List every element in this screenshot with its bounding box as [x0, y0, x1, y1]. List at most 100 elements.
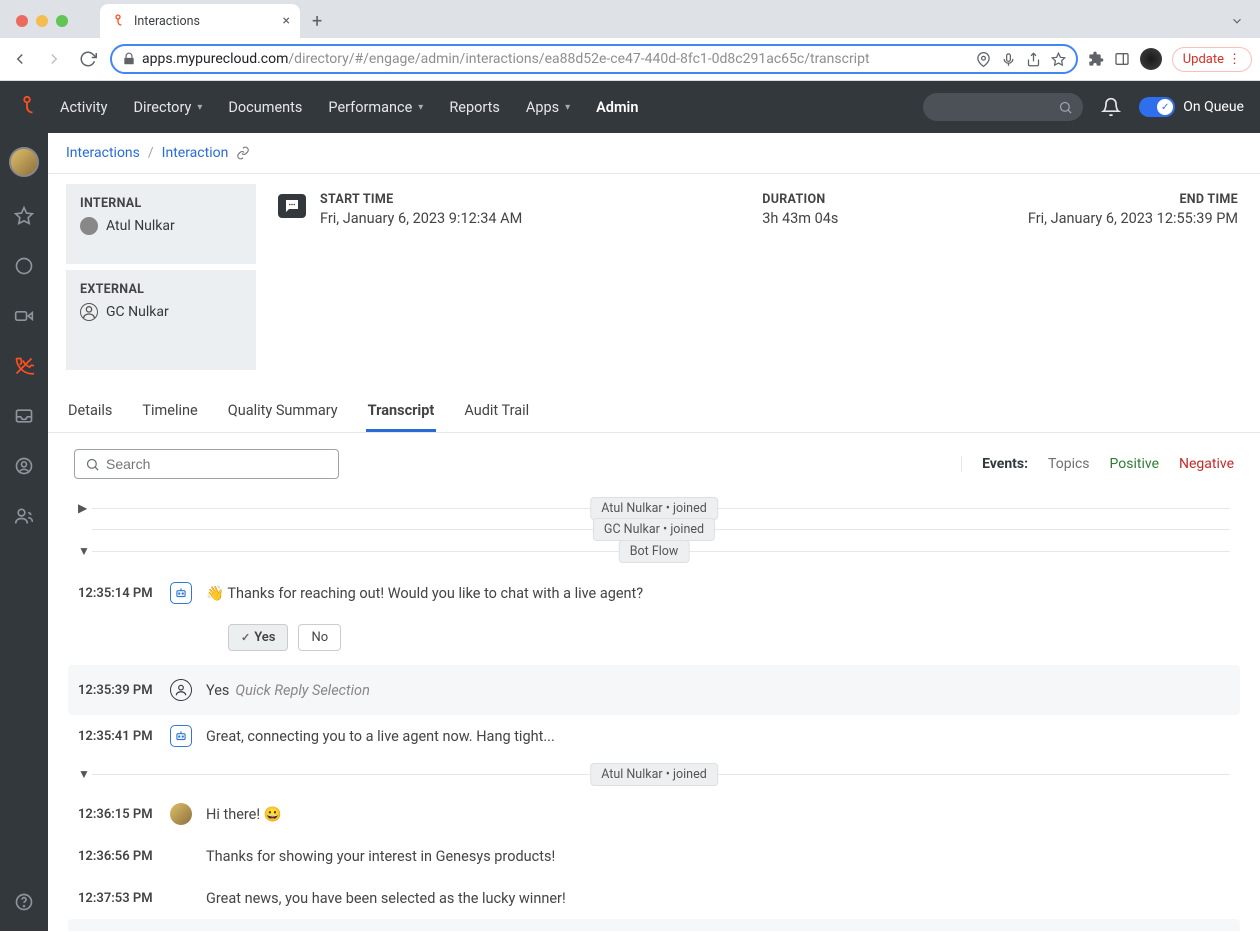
external-participant-card[interactable]: EXTERNAL GC Nulkar — [66, 270, 256, 370]
extensions-icon[interactable] — [1088, 51, 1104, 67]
message-row: 12:35:41 PM Great, connecting you to a l… — [78, 715, 1230, 757]
rail-help-icon[interactable] — [13, 891, 35, 913]
section-bot-flow[interactable]: ▼ Bot Flow — [78, 544, 1230, 558]
link-icon[interactable] — [236, 146, 250, 160]
rail-avatar[interactable] — [9, 147, 39, 177]
rail-contacts-icon[interactable] — [13, 505, 35, 527]
external-name: GC Nulkar — [106, 304, 169, 320]
share-icon[interactable] — [1026, 52, 1041, 67]
chip-yes[interactable]: Yes — [228, 624, 288, 651]
message-time: 12:35:39 PM — [78, 683, 156, 698]
message-text: Great, connecting you to a live agent no… — [206, 728, 1230, 745]
transcript-search[interactable] — [74, 449, 339, 479]
section-gc-joined[interactable]: GC Nulkar • joined — [78, 529, 1230, 530]
filter-positive[interactable]: Positive — [1110, 456, 1159, 472]
rail-chat-icon[interactable] — [13, 255, 35, 277]
message-text: Hi there! 😀 — [206, 806, 1230, 823]
header-right: ✓ On Queue — [923, 93, 1244, 121]
external-label: EXTERNAL — [80, 282, 242, 297]
nav-documents[interactable]: Documents — [228, 99, 302, 116]
panel-icon[interactable] — [1114, 51, 1130, 67]
star-icon[interactable] — [1051, 52, 1066, 67]
tabs-overflow-icon[interactable] — [1230, 14, 1244, 28]
rail-phone-off-icon[interactable] — [13, 355, 35, 377]
collapse-icon[interactable]: ▼ — [78, 544, 92, 558]
mic-icon[interactable] — [1001, 52, 1016, 67]
breadcrumb-current[interactable]: Interaction — [162, 145, 229, 161]
internal-participant-card[interactable]: INTERNAL Atul Nulkar — [66, 184, 256, 264]
bot-icon — [170, 582, 192, 604]
nav-reports[interactable]: Reports — [449, 99, 500, 116]
tab-timeline[interactable]: Timeline — [140, 392, 199, 432]
summary-row: INTERNAL Atul Nulkar EXTERNAL GC Nulkar — [48, 174, 1260, 370]
start-time-block: START TIME Fri, January 6, 2023 9:12:34 … — [278, 192, 522, 370]
section-atul-joined[interactable]: ▶ Atul Nulkar • joined — [78, 501, 1230, 515]
status-toggle[interactable]: ✓ On Queue — [1139, 97, 1244, 117]
url-bar[interactable]: apps.mypurecloud.com/directory/#/engage/… — [110, 44, 1078, 74]
tab-details[interactable]: Details — [66, 392, 114, 432]
transcript: ▶ Atul Nulkar • joined GC Nulkar • joine… — [48, 501, 1260, 931]
section-badge: Atul Nulkar • joined — [590, 497, 718, 520]
expand-icon[interactable]: ▶ — [78, 501, 92, 515]
collapse-icon[interactable]: ▼ — [78, 767, 92, 781]
rail-inbox-icon[interactable] — [13, 405, 35, 427]
rail-customer-icon[interactable] — [13, 455, 35, 477]
filter-negative[interactable]: Negative — [1179, 456, 1234, 472]
events-filter: Events: Topics Positive Negative — [961, 456, 1234, 472]
lock-icon — [122, 52, 136, 66]
genesys-logo-icon[interactable] — [16, 95, 40, 119]
browser-tab[interactable]: Interactions × — [100, 4, 300, 38]
update-button[interactable]: Update⋮ — [1172, 47, 1252, 72]
events-label: Events: — [982, 456, 1028, 472]
nav-performance[interactable]: Performance▾ — [328, 99, 423, 116]
check-icon: ✓ — [1157, 99, 1173, 115]
agent-avatar — [170, 803, 192, 825]
url-text: apps.mypurecloud.com/directory/#/engage/… — [142, 51, 970, 67]
genesys-favicon — [110, 13, 126, 29]
message-time: 12:36:15 PM — [78, 807, 156, 822]
end-label: END TIME — [1028, 192, 1238, 207]
window-minimize[interactable] — [36, 15, 48, 27]
message-note: Quick Reply Selection — [235, 682, 369, 699]
url-actions — [976, 52, 1066, 67]
message-time: 12:35:41 PM — [78, 729, 156, 744]
nav-activity[interactable]: Activity — [60, 99, 107, 116]
detail-tabs: Details Timeline Quality Summary Transcr… — [48, 392, 1260, 433]
toggle-switch[interactable]: ✓ — [1139, 97, 1175, 117]
location-icon[interactable] — [976, 52, 991, 67]
browser-forward[interactable] — [42, 47, 66, 71]
participants-column: INTERNAL Atul Nulkar EXTERNAL GC Nulkar — [66, 184, 256, 370]
window-maximize[interactable] — [56, 15, 68, 27]
start-value: Fri, January 6, 2023 9:12:34 AM — [320, 210, 522, 227]
notifications-icon[interactable] — [1101, 97, 1121, 117]
quick-reply-chips: Yes No — [228, 624, 1230, 651]
section-atul-joined-2[interactable]: ▼ Atul Nulkar • joined — [78, 767, 1230, 781]
nav-directory[interactable]: Directory▾ — [133, 99, 202, 116]
avatar-spacer — [170, 887, 192, 909]
status-label: On Queue — [1183, 99, 1244, 115]
browser-back[interactable] — [8, 47, 32, 71]
start-label: START TIME — [320, 192, 522, 207]
tab-audit[interactable]: Audit Trail — [462, 392, 531, 432]
breadcrumb-root[interactable]: Interactions — [66, 145, 140, 161]
nav-admin[interactable]: Admin — [596, 99, 638, 116]
duration-label: DURATION — [762, 192, 838, 207]
caret-down-icon: ▾ — [197, 102, 202, 113]
rail-video-icon[interactable] — [13, 305, 35, 327]
new-tab-button[interactable]: + — [312, 11, 322, 32]
chip-no[interactable]: No — [298, 624, 341, 651]
browser-reload[interactable] — [76, 47, 100, 71]
filter-topics[interactable]: Topics — [1048, 456, 1089, 472]
tab-quality[interactable]: Quality Summary — [226, 392, 340, 432]
tab-close-icon[interactable]: × — [283, 13, 290, 29]
rail-favorites-icon[interactable] — [13, 205, 35, 227]
profile-avatar[interactable] — [1140, 48, 1162, 70]
header-search[interactable] — [923, 93, 1083, 121]
section-badge: Atul Nulkar • joined — [590, 763, 718, 786]
main-content: Interactions / Interaction INTERNAL Atul… — [48, 133, 1260, 931]
window-close[interactable] — [16, 15, 28, 27]
message-row: 12:35:39 PM YesQuick Reply Selection — [68, 665, 1240, 715]
nav-apps[interactable]: Apps▾ — [526, 99, 570, 116]
search-input[interactable] — [106, 456, 328, 472]
tab-transcript[interactable]: Transcript — [366, 392, 437, 432]
